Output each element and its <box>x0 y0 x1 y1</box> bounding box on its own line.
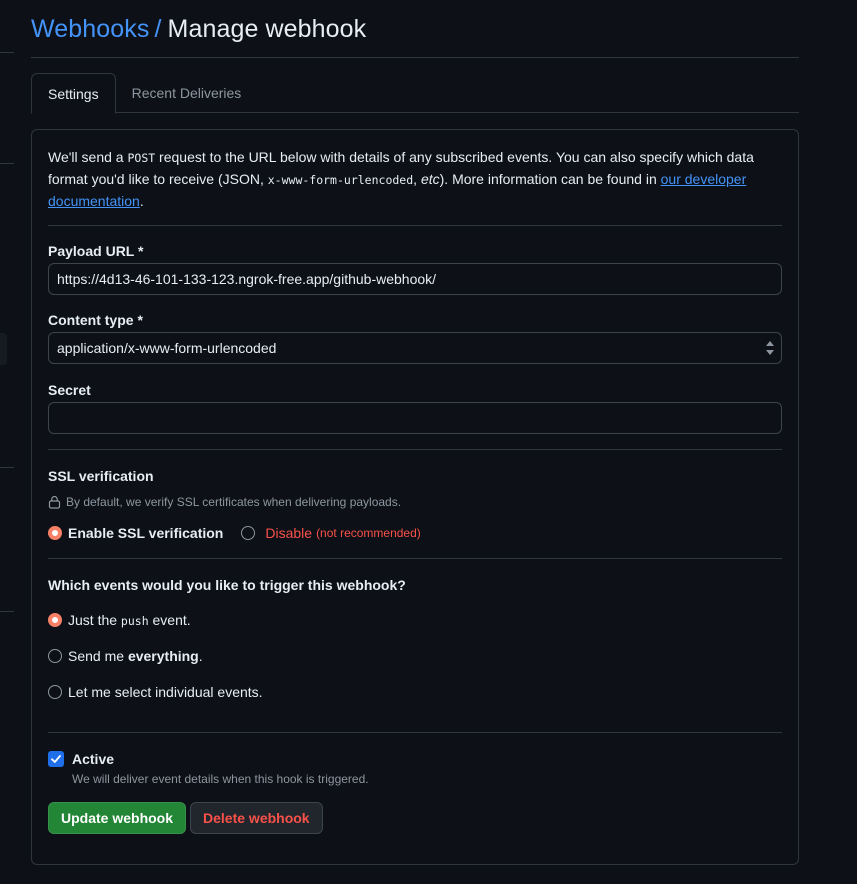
divider <box>48 558 782 559</box>
divider <box>48 225 782 226</box>
ssl-enable-label[interactable]: Enable SSL verification <box>68 525 223 541</box>
intro-text-part: ). More information can be found in <box>439 171 661 187</box>
page-header: Webhooks / Manage webhook <box>31 0 799 58</box>
breadcrumb-webhooks-link[interactable]: Webhooks <box>31 15 149 43</box>
breadcrumb-current: Manage webhook <box>167 15 367 43</box>
sidebar-divider <box>0 467 14 468</box>
sidebar-divider <box>0 163 14 164</box>
event-everything-radio[interactable] <box>48 649 62 663</box>
ssl-options: Enable SSL verification Disable (not rec… <box>48 525 782 541</box>
sidebar-divider <box>0 52 14 53</box>
format-code: x-www-form-urlencoded <box>267 173 414 187</box>
form-actions: Update webhook Delete webhook <box>48 802 782 834</box>
event-individual-label[interactable]: Let me select individual events. <box>68 684 263 700</box>
page-title: Webhooks / Manage webhook <box>31 15 366 44</box>
content-type-label: Content type * <box>48 312 143 328</box>
everything-bold: everything <box>127 648 199 664</box>
active-description: We will deliver event details when this … <box>72 772 369 786</box>
etc-text: etc <box>420 171 440 187</box>
webhook-form: We'll send a POST request to the URL bel… <box>31 129 799 865</box>
ssl-note-text: By default, we verify SSL certificates w… <box>66 495 402 509</box>
ssl-disable-note: (not recommended) <box>316 526 421 540</box>
sidebar-selected-item[interactable] <box>0 333 7 365</box>
event-push-radio[interactable] <box>48 613 62 627</box>
post-code: POST <box>127 151 156 165</box>
content-type-value[interactable]: application/x-www-form-urlencoded <box>48 332 782 364</box>
secret-input[interactable] <box>48 402 782 434</box>
update-webhook-button[interactable]: Update webhook <box>48 802 187 834</box>
event-push-label[interactable]: Just the push event. <box>68 612 191 628</box>
event-everything-text: Send me <box>68 648 128 664</box>
active-label[interactable]: Active <box>72 751 114 767</box>
ssl-disable-radio[interactable] <box>241 526 256 540</box>
payload-url-input[interactable] <box>48 263 782 295</box>
breadcrumb-separator: / <box>154 15 162 43</box>
tab-recent-deliveries[interactable]: Recent Deliveries <box>116 73 258 113</box>
event-push-text: event. <box>148 612 191 628</box>
intro-text-part: . <box>139 193 144 209</box>
divider <box>48 449 782 450</box>
secret-label: Secret <box>48 382 91 398</box>
intro-text-part: , <box>413 171 421 187</box>
check-icon <box>51 755 61 763</box>
intro-text: We'll send a POST request to the URL bel… <box>48 146 782 212</box>
tab-settings[interactable]: Settings <box>31 73 116 114</box>
divider <box>48 732 782 733</box>
select-arrows-icon <box>766 341 774 355</box>
event-everything-label[interactable]: Send me everything. <box>68 648 203 664</box>
ssl-note: By default, we verify SSL certificates w… <box>48 495 782 509</box>
ssl-title: SSL verification <box>48 468 154 484</box>
sidebar-divider <box>0 611 14 612</box>
ssl-enable-radio[interactable] <box>48 526 62 540</box>
ssl-disable-label[interactable]: Disable <box>265 525 312 541</box>
active-checkbox[interactable] <box>48 751 64 767</box>
event-option-individual[interactable]: Let me select individual events. <box>48 684 782 700</box>
event-option-push[interactable]: Just the push event. <box>48 612 782 628</box>
events-title: Which events would you like to trigger t… <box>48 577 406 593</box>
tab-bar: Settings Recent Deliveries <box>31 73 799 114</box>
event-everything-text: . <box>198 648 203 664</box>
lock-icon <box>48 495 61 509</box>
event-option-everything[interactable]: Send me everything. <box>48 648 782 664</box>
event-push-text: Just the <box>68 612 121 628</box>
delete-webhook-button[interactable]: Delete webhook <box>190 802 323 834</box>
push-code: push <box>120 614 149 628</box>
active-option[interactable]: Active <box>48 751 782 767</box>
intro-text-part: We'll send a <box>48 149 128 165</box>
payload-url-label: Payload URL * <box>48 243 144 259</box>
content-type-select[interactable]: application/x-www-form-urlencoded <box>48 332 782 364</box>
main-content: Webhooks / Manage webhook Settings Recent … <box>31 0 799 865</box>
event-individual-radio[interactable] <box>48 685 62 699</box>
left-sidebar-edge <box>0 0 14 884</box>
